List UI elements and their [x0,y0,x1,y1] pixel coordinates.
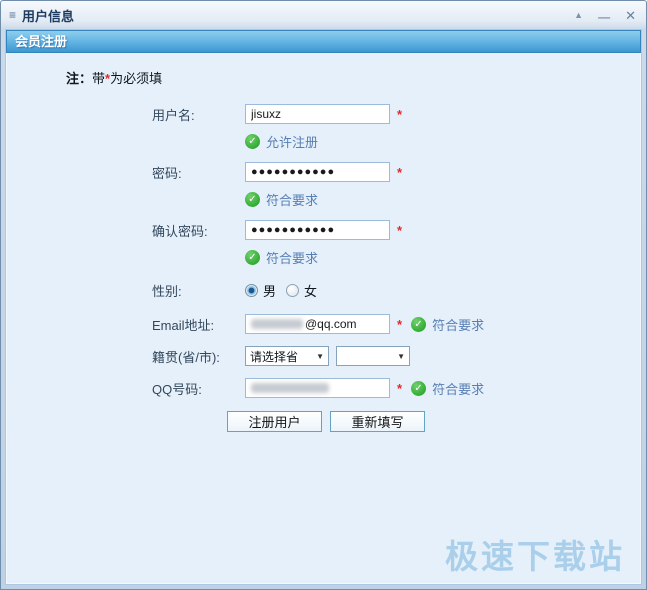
email-required-star: * [397,316,403,332]
gender-radio-group: 男 女 [245,281,317,300]
radio-selected-icon[interactable] [245,283,258,297]
check-circle-icon: ✓ [245,133,260,149]
title-bar[interactable]: ≡ 用户信息 ▲ — ✕ [1,1,646,29]
email-status: ✓ 符合要求 [411,316,485,333]
confirm-password-status-text: 符合要求 [266,250,319,266]
region-row: 籍贯(省/市): 请选择省 ▼ ▼ [152,345,641,367]
check-circle-icon: ✓ [245,191,260,207]
email-row: Email地址: @qq.com * ✓ 符合要求 [152,313,641,335]
username-row: 用户名: * [152,103,641,125]
qq-input[interactable] [245,378,390,398]
window-title: 用户信息 [22,8,75,24]
password-status: ✓ 符合要求 [245,191,641,208]
close-button[interactable]: ✕ [625,9,636,22]
content-panel: 会员注册 注：带*为必须填 用户名: * ✓ 允许注册 密码: * [5,29,642,585]
note-before: 带 [92,71,106,86]
email-label: Email地址: [152,317,215,333]
email-suffix: @qq.com [305,317,357,331]
refill-button[interactable]: 重新填写 [330,411,425,432]
user-info-window: ≡ 用户信息 ▲ — ✕ 会员注册 注：带*为必须填 用户名: * ✓ 允许注册 [0,0,647,590]
note-label: 注： [66,71,93,86]
password-label: 密码: [152,165,182,181]
username-input[interactable] [245,104,390,124]
qq-status-text: 符合要求 [432,381,485,397]
city-select[interactable]: ▼ [336,346,410,366]
username-status-text: 允许注册 [266,134,319,150]
password-input[interactable] [245,162,390,182]
qq-label: QQ号码: [152,381,202,397]
radio-unselected-icon[interactable] [286,283,300,297]
qq-row: QQ号码: * ✓ 符合要求 [152,377,641,399]
chevron-down-icon[interactable]: ▼ [393,352,409,361]
note-after: 为必须填 [110,71,163,86]
chevron-down-icon[interactable]: ▼ [312,352,328,361]
registration-form: 用户名: * ✓ 允许注册 密码: * ✓ 符合要求 确认密码: [152,103,641,432]
email-input[interactable]: @qq.com [245,314,390,334]
required-note: 注：带*为必须填 [66,68,641,87]
password-row: 密码: * [152,161,641,183]
gender-row: 性别: 男 女 [152,279,641,301]
username-status: ✓ 允许注册 [245,133,641,150]
password-status-text: 符合要求 [266,192,319,208]
province-select[interactable]: 请选择省 ▼ [245,346,329,366]
gender-female-label: 女 [304,283,318,299]
confirm-password-status: ✓ 符合要求 [245,249,641,266]
username-label: 用户名: [152,107,195,123]
check-circle-icon: ✓ [411,380,427,396]
confirm-password-input[interactable] [245,220,390,240]
window-menu-icon[interactable]: ≡ [9,9,16,21]
qq-required-star: * [397,380,403,396]
check-circle-icon: ✓ [245,249,260,265]
gender-male-label: 男 [263,283,277,299]
minimize-button[interactable]: — [598,11,610,23]
confirm-password-row: 确认密码: * [152,219,641,241]
window-controls: ▲ — ✕ [574,9,636,24]
section-title: 会员注册 [15,34,68,49]
form-buttons-row: 注册用户 重新填写 [227,411,641,432]
email-status-text: 符合要求 [432,317,485,333]
qq-status: ✓ 符合要求 [411,380,485,397]
register-button[interactable]: 注册用户 [227,411,322,432]
collapse-button[interactable]: ▲ [574,10,583,20]
gender-option-male[interactable]: 男 [245,281,276,300]
qq-masked-text [251,383,329,393]
check-circle-icon: ✓ [411,316,427,332]
region-label: 籍贯(省/市): [152,349,220,365]
gender-label: 性别: [152,283,182,299]
province-select-value: 请选择省 [250,349,298,364]
gender-option-female[interactable]: 女 [286,281,317,300]
password-required-star: * [397,164,403,180]
username-required-star: * [397,106,403,122]
watermark: 极速下载站 [445,538,625,575]
section-header: 会员注册 [6,30,641,53]
confirm-password-label: 确认密码: [152,223,208,239]
confirm-password-required-star: * [397,222,403,238]
email-masked-text [251,319,303,329]
